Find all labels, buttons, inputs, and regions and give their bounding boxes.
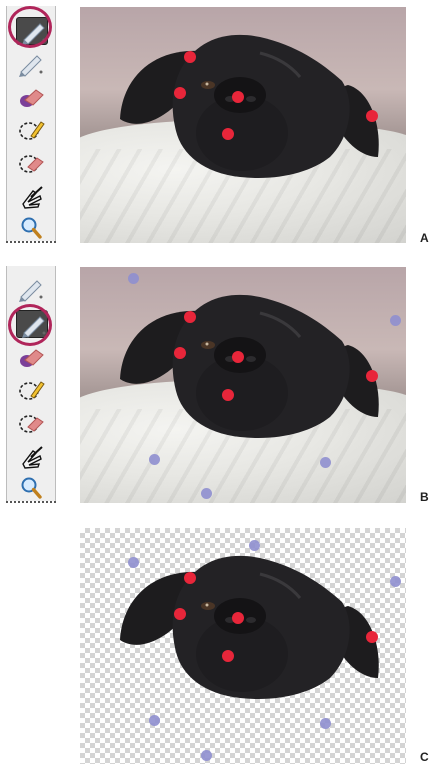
background-mark bbox=[128, 273, 139, 284]
background-mark bbox=[149, 715, 160, 726]
background-mark bbox=[390, 315, 401, 326]
foreground-brush-tool[interactable] bbox=[14, 275, 48, 303]
hand-tool[interactable] bbox=[14, 182, 48, 210]
foreground-mark bbox=[222, 650, 234, 662]
eraser-tool[interactable] bbox=[14, 82, 48, 110]
background-mark bbox=[201, 750, 212, 761]
foreground-mark bbox=[366, 631, 378, 643]
foreground-mark bbox=[184, 572, 196, 584]
foreground-mark bbox=[232, 91, 244, 103]
foreground-mark bbox=[232, 612, 244, 624]
foreground-mark bbox=[184, 311, 196, 323]
foreground-brush-icon bbox=[17, 18, 51, 46]
foreground-mark bbox=[174, 87, 186, 99]
detail-eraser-tool[interactable] bbox=[14, 149, 48, 177]
smart-brush-tool[interactable] bbox=[14, 116, 48, 144]
foreground-mark bbox=[222, 128, 234, 140]
detail-eraser-icon bbox=[14, 149, 48, 177]
foreground-mark bbox=[366, 110, 378, 122]
smart-brush-icon bbox=[14, 116, 48, 144]
eraser-icon bbox=[14, 342, 48, 370]
background-brush-icon bbox=[14, 50, 48, 78]
toolbar-divider bbox=[6, 501, 56, 503]
foreground-mark bbox=[174, 608, 186, 620]
figure-label-a: A bbox=[420, 231, 429, 245]
image-panel-a bbox=[80, 7, 406, 243]
foreground-mark bbox=[174, 347, 186, 359]
smart-brush-icon bbox=[14, 376, 48, 404]
foreground-brush-tool[interactable] bbox=[16, 17, 48, 45]
foreground-mark bbox=[222, 389, 234, 401]
hand-pan-icon bbox=[14, 442, 48, 470]
zoom-icon bbox=[14, 213, 48, 241]
background-mark bbox=[249, 540, 260, 551]
hand-tool[interactable] bbox=[14, 442, 48, 470]
background-mark bbox=[320, 718, 331, 729]
background-mark bbox=[390, 576, 401, 587]
image-panel-c bbox=[80, 528, 406, 764]
hand-pan-icon bbox=[14, 182, 48, 210]
foreground-mark bbox=[184, 51, 196, 63]
zoom-icon bbox=[14, 473, 48, 501]
background-mark bbox=[149, 454, 160, 465]
zoom-tool[interactable] bbox=[14, 213, 48, 241]
foreground-mark bbox=[232, 351, 244, 363]
dog-image bbox=[80, 7, 406, 243]
toolbar-divider bbox=[6, 241, 56, 243]
image-panel-b bbox=[80, 267, 406, 503]
background-mark bbox=[201, 488, 212, 499]
background-mark bbox=[320, 457, 331, 468]
background-brush-tool[interactable] bbox=[16, 310, 48, 338]
background-mark bbox=[128, 557, 139, 568]
dog-image bbox=[80, 267, 406, 503]
toolbar-b bbox=[6, 266, 56, 503]
eraser-icon bbox=[14, 82, 48, 110]
eraser-tool[interactable] bbox=[14, 342, 48, 370]
toolbar-a bbox=[6, 6, 56, 243]
figure-label-c: C bbox=[420, 750, 429, 764]
zoom-tool[interactable] bbox=[14, 473, 48, 501]
detail-eraser-tool[interactable] bbox=[14, 409, 48, 437]
foreground-mark bbox=[366, 370, 378, 382]
detail-eraser-icon bbox=[14, 409, 48, 437]
foreground-brush-icon bbox=[14, 275, 48, 303]
background-brush-tool[interactable] bbox=[14, 50, 48, 78]
figure-label-b: B bbox=[420, 490, 429, 504]
smart-brush-tool[interactable] bbox=[14, 376, 48, 404]
background-brush-icon bbox=[17, 311, 51, 339]
